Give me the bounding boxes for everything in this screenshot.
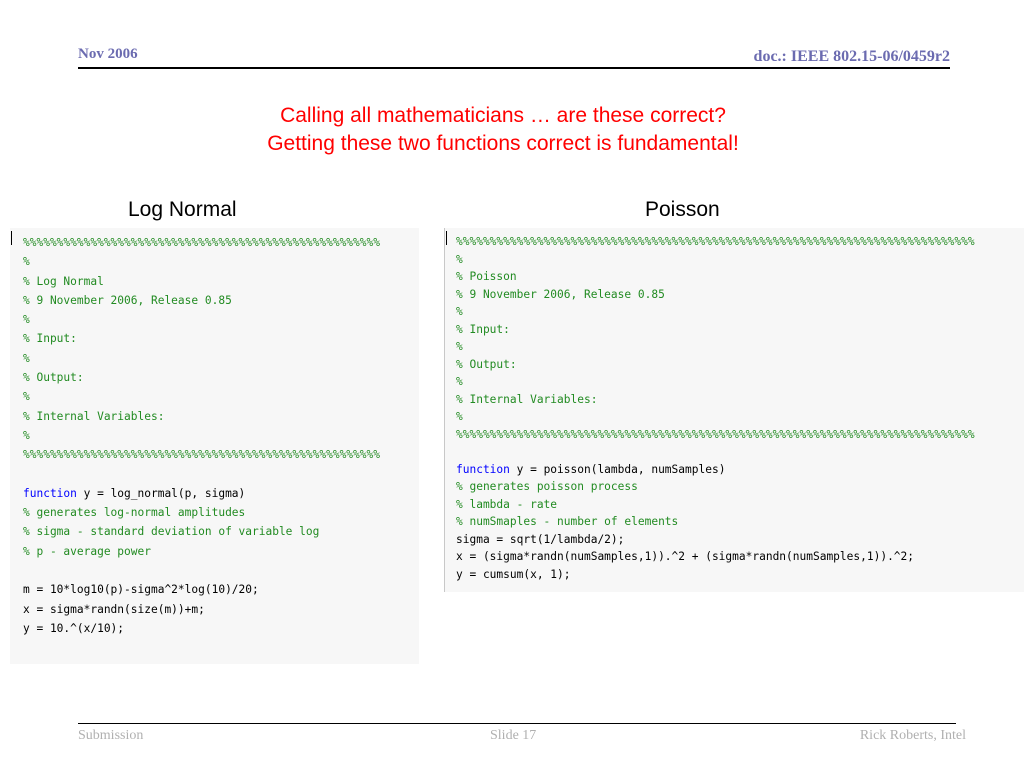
code-line: y = cumsum(x, 1); bbox=[456, 567, 571, 581]
code-line: % bbox=[23, 351, 30, 365]
function-keyword: function bbox=[23, 486, 77, 500]
title-line-1: Calling all mathematicians … are these c… bbox=[280, 104, 726, 127]
code-line: % sigma - standard deviation of variable… bbox=[23, 525, 320, 539]
code-line: function y = log_normal(p, sigma) bbox=[23, 484, 419, 503]
code-line: % bbox=[23, 255, 30, 269]
code-line: % Input: bbox=[456, 322, 510, 336]
code-line: x = (sigma*randn(numSamples,1)).^2 + (si… bbox=[456, 550, 915, 563]
code-line: % Poisson bbox=[456, 270, 517, 283]
code-line: y = 10.^(x/10); bbox=[23, 621, 125, 635]
code-line: % bbox=[456, 252, 463, 266]
footer-author: Rick Roberts, Intel bbox=[859, 728, 966, 743]
code-line: function y = poisson(lambda, numSamples) bbox=[456, 461, 1024, 479]
code-line: % lambda - rate bbox=[456, 497, 558, 511]
code-line: % Log Normal bbox=[23, 274, 104, 288]
code-line: % Input: bbox=[23, 332, 77, 346]
log-normal-label: Log Normal bbox=[128, 198, 237, 221]
function-signature: y = poisson(lambda, numSamples) bbox=[509, 462, 726, 476]
poisson-label: Poisson bbox=[645, 198, 720, 221]
code-line: % bbox=[23, 313, 30, 327]
code-line: % generates log-normal amplitudes bbox=[23, 506, 246, 520]
code-line: % bbox=[456, 375, 463, 388]
code-line: % Internal Variables: bbox=[23, 409, 165, 423]
text-cursor bbox=[446, 231, 447, 245]
footer-divider bbox=[78, 723, 956, 724]
code-line: % 9 November 2006, Release 0.85 bbox=[23, 293, 232, 307]
code-line: m = 10*log10(p)-sigma^2*log(10)/20; bbox=[23, 583, 259, 597]
code-line: % numSmaples - number of elements bbox=[456, 515, 679, 528]
slide-title: Calling all mathematicians … are these c… bbox=[0, 102, 1006, 158]
header-doc-id: doc.: IEEE 802.15-06/0459r2 bbox=[753, 48, 950, 65]
code-line: %%%%%%%%%%%%%%%%%%%%%%%%%%%%%%%%%%%%%%%%… bbox=[456, 235, 975, 248]
code-line: % generates poisson process bbox=[456, 480, 638, 493]
code-line: % Output: bbox=[456, 357, 517, 371]
title-line-2: Getting these two functions correct is f… bbox=[267, 132, 739, 155]
text-cursor bbox=[11, 231, 12, 245]
log-normal-code-panel: %%%%%%%%%%%%%%%%%%%%%%%%%%%%%%%%%%%%%%%%… bbox=[10, 228, 419, 664]
code-line: % p - average power bbox=[23, 544, 151, 558]
code-line: % bbox=[23, 390, 30, 404]
code-line: sigma = sqrt(1/lambda/2); bbox=[456, 532, 625, 546]
code-line: % bbox=[456, 410, 463, 423]
code-line: % bbox=[456, 340, 463, 353]
code-line: % Output: bbox=[23, 371, 84, 385]
code-line: % bbox=[23, 428, 30, 442]
poisson-code-panel: %%%%%%%%%%%%%%%%%%%%%%%%%%%%%%%%%%%%%%%%… bbox=[444, 228, 1024, 592]
code-line: % bbox=[456, 305, 463, 318]
code-line: x = sigma*randn(size(m))+m; bbox=[23, 602, 205, 616]
function-keyword: function bbox=[456, 462, 510, 476]
code-line: %%%%%%%%%%%%%%%%%%%%%%%%%%%%%%%%%%%%%%%%… bbox=[23, 448, 380, 462]
function-signature: y = log_normal(p, sigma) bbox=[76, 486, 246, 500]
footer-slide-number: Slide 17 bbox=[490, 728, 537, 743]
code-line: %%%%%%%%%%%%%%%%%%%%%%%%%%%%%%%%%%%%%%%%… bbox=[456, 427, 975, 441]
code-line: %%%%%%%%%%%%%%%%%%%%%%%%%%%%%%%%%%%%%%%%… bbox=[23, 236, 380, 249]
code-line: % Internal Variables: bbox=[456, 392, 598, 406]
code-line: % 9 November 2006, Release 0.85 bbox=[456, 287, 665, 301]
header-date: Nov 2006 bbox=[78, 46, 138, 62]
footer-submission: Submission bbox=[78, 728, 144, 743]
header-divider bbox=[78, 67, 950, 69]
